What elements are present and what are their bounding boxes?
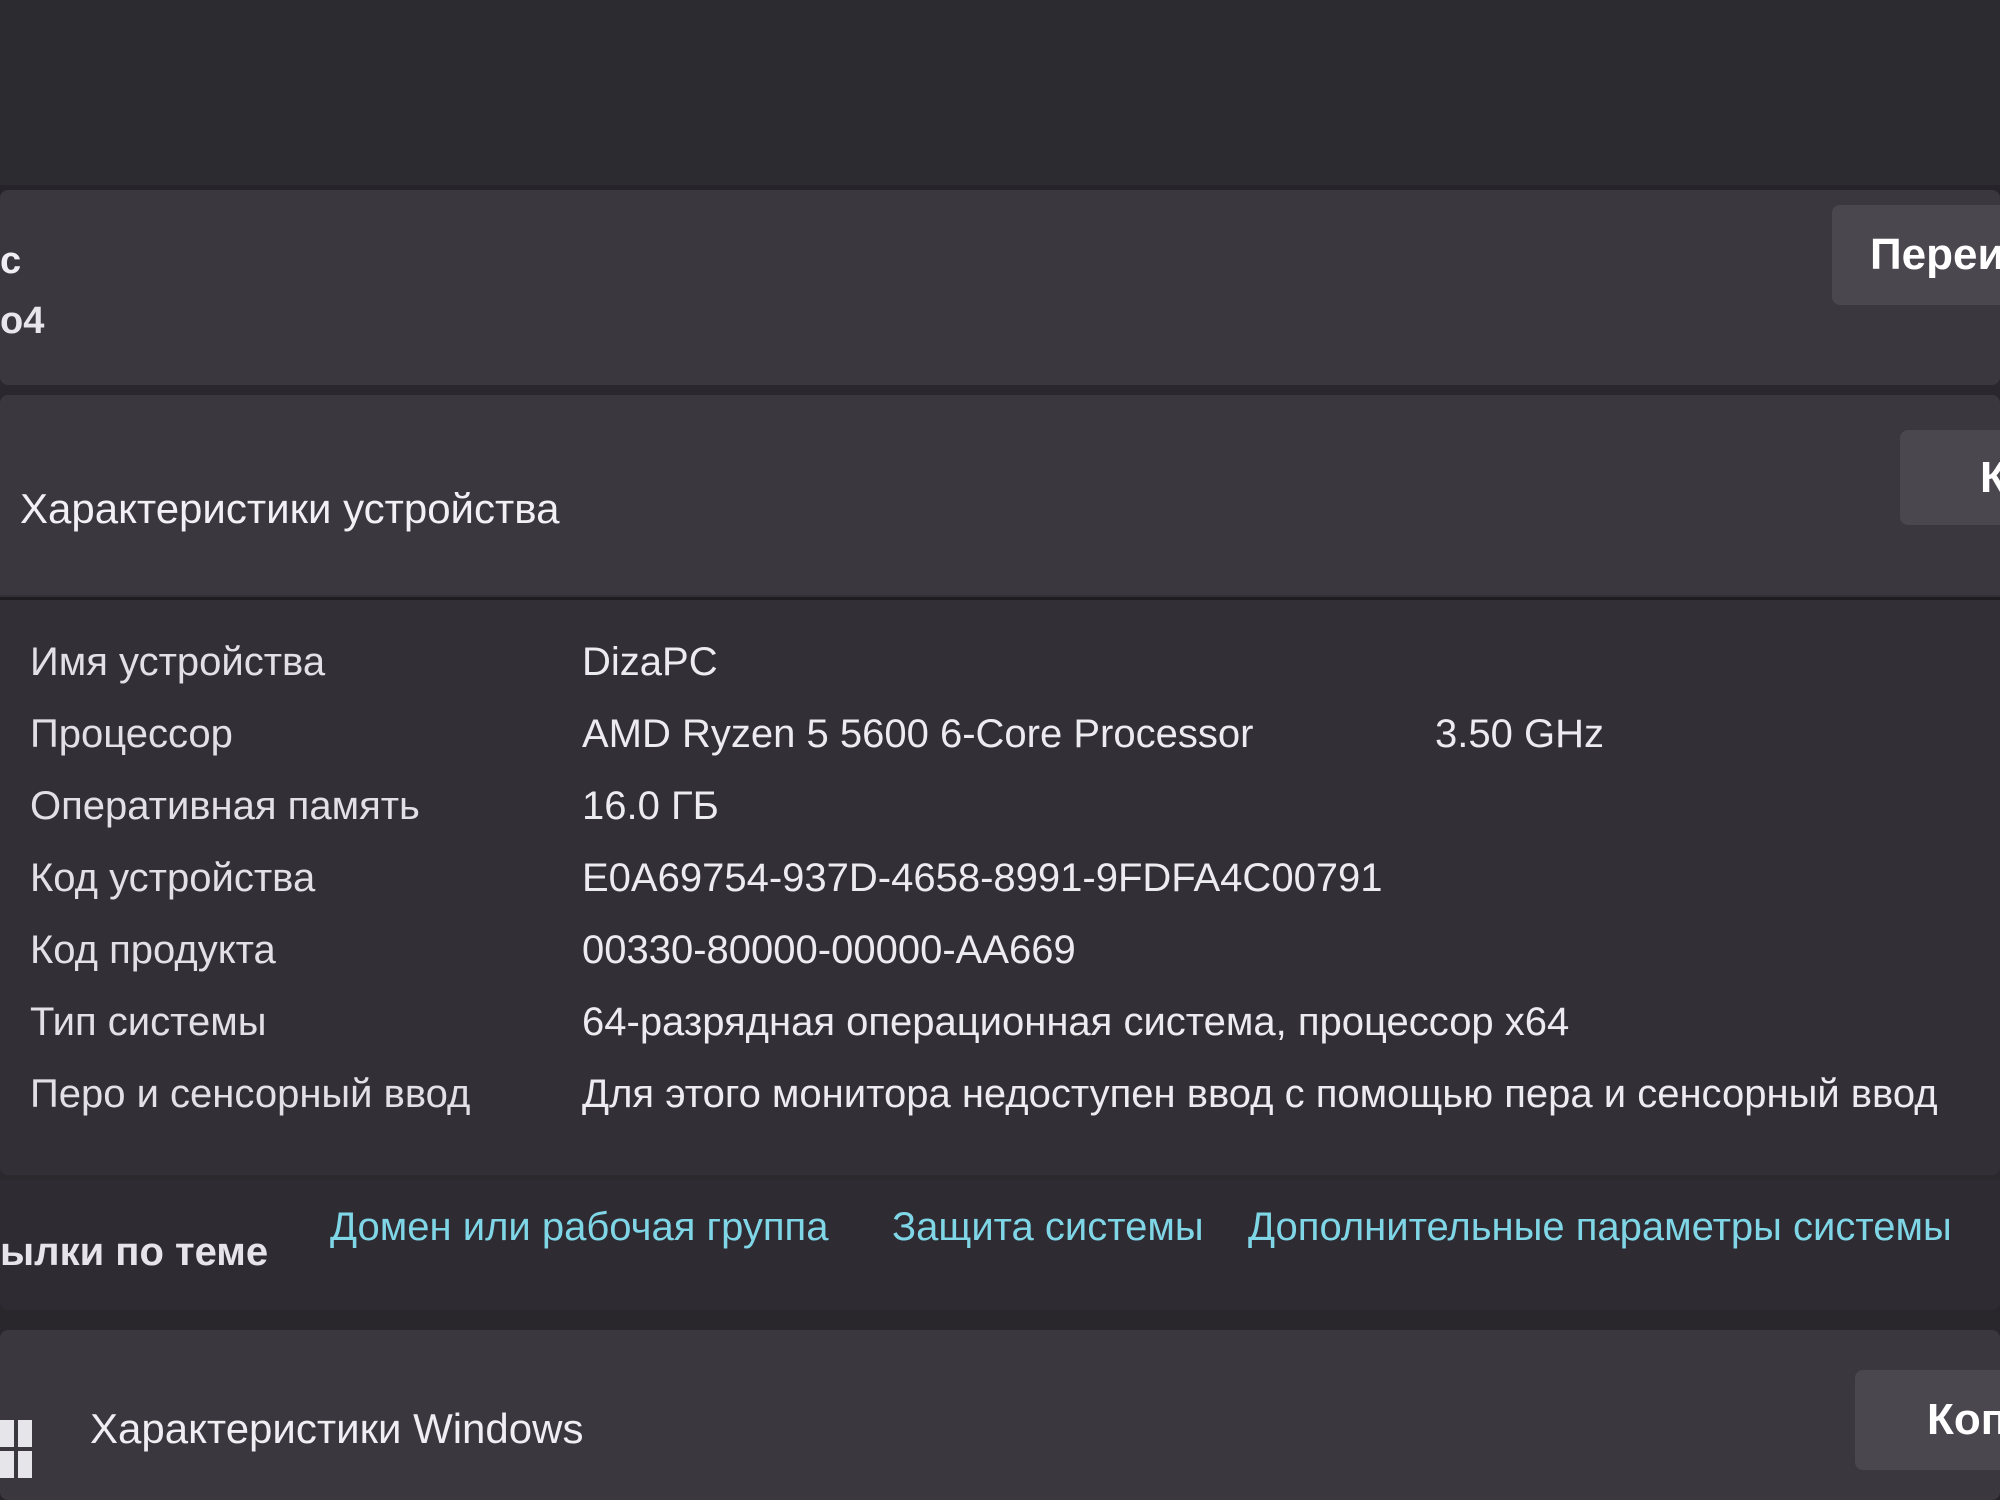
system-protection-link[interactable]: Защита системы xyxy=(892,1205,1204,1250)
spec-value: 00330-80000-00000-AA669 xyxy=(582,928,1076,972)
processor-frequency: 3.50 GHz xyxy=(1435,712,1604,756)
pc-name-title: с xyxy=(0,240,22,282)
device-specs-list: Имя устройства DizaPC Процессор AMD Ryze… xyxy=(30,640,2000,1144)
spec-value: Для этого монитора недоступен ввод с пом… xyxy=(582,1072,1938,1116)
pc-name-subtitle: o4 xyxy=(0,300,45,342)
spec-value: DizaPC xyxy=(582,640,718,684)
spec-row-product-id: Код продукта 00330-80000-00000-AA669 xyxy=(30,928,2000,1000)
spec-label: Код устройства xyxy=(30,856,316,900)
spec-row-system-type: Тип системы 64-разрядная операционная си… xyxy=(30,1000,2000,1072)
spec-row-processor: Процессор AMD Ryzen 5 5600 6-Core Proces… xyxy=(30,712,2000,784)
related-links-label: ылки по теме xyxy=(0,1230,269,1274)
windows-logo-icon xyxy=(0,1420,32,1480)
spec-label: Оперативная память xyxy=(30,784,420,828)
windows-specs-title: Характеристики Windows xyxy=(90,1405,584,1452)
windows-specs-copy-button[interactable]: Коп xyxy=(1855,1370,2000,1470)
spec-value: 16.0 ГБ xyxy=(582,784,719,828)
domain-workgroup-link[interactable]: Домен или рабочая группа xyxy=(330,1205,828,1250)
spec-value: AMD Ryzen 5 5600 6-Core Processor xyxy=(582,712,1254,756)
advanced-system-settings-link[interactable]: Дополнительные параметры системы xyxy=(1248,1205,1952,1250)
settings-screen: с o4 Переи Характеристики устройства К И… xyxy=(0,0,2000,1500)
spec-value: 64-разрядная операционная система, проце… xyxy=(582,1000,1570,1044)
divider xyxy=(0,597,2000,600)
device-specs-copy-button[interactable]: К xyxy=(1900,430,2000,525)
rename-button[interactable]: Переи xyxy=(1832,205,2000,305)
top-band xyxy=(0,0,2000,185)
spec-label: Код продукта xyxy=(30,928,276,972)
spec-label: Имя устройства xyxy=(30,640,326,684)
spec-row-device-id: Код устройства E0A69754-937D-4658-8991-9… xyxy=(30,856,2000,928)
spec-value: E0A69754-937D-4658-8991-9FDFA4C00791 xyxy=(582,856,1383,900)
spec-row-device-name: Имя устройства DizaPC xyxy=(30,640,2000,712)
spec-row-ram: Оперативная память 16.0 ГБ xyxy=(30,784,2000,856)
pc-name-card xyxy=(0,190,2000,385)
spec-label: Перо и сенсорный ввод xyxy=(30,1072,471,1116)
device-specs-title: Характеристики устройства xyxy=(20,485,560,532)
spec-row-pen-touch: Перо и сенсорный ввод Для этого монитора… xyxy=(30,1072,2000,1144)
spec-label: Процессор xyxy=(30,712,233,756)
spec-label: Тип системы xyxy=(30,1000,267,1044)
